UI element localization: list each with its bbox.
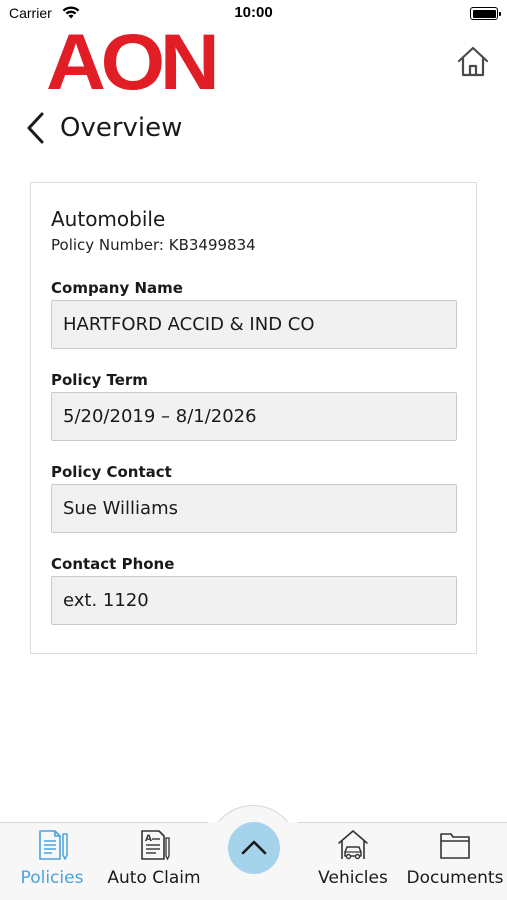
policy-term-field: 5/20/2019 – 8/1/2026	[51, 392, 457, 441]
tab-auto-claim[interactable]: A Auto Claim	[104, 828, 204, 896]
policy-contact-field: Sue Williams	[51, 484, 457, 533]
tab-documents-label: Documents	[406, 868, 504, 888]
aon-logo: AON	[46, 22, 220, 101]
policy-card: Automobile Policy Number: KB3499834 Comp…	[30, 182, 477, 654]
tab-policies-label: Policies	[20, 868, 84, 888]
company-name-label: Company Name	[51, 279, 183, 297]
tab-auto-claim-label: Auto Claim	[107, 868, 201, 888]
policies-icon	[39, 830, 68, 860]
vehicle-icon	[338, 830, 368, 860]
tab-vehicles[interactable]: Vehicles	[312, 828, 394, 896]
company-name-field: HARTFORD ACCID & IND CO	[51, 300, 457, 349]
battery-level	[472, 9, 496, 18]
company-name-value: HARTFORD ACCID & IND CO	[63, 314, 315, 335]
auto-claim-icon: A	[141, 830, 170, 861]
logo-text: AON	[46, 17, 220, 106]
contact-phone-field[interactable]: ext. 1120	[51, 576, 457, 625]
home-icon	[457, 46, 489, 77]
expand-menu-button[interactable]	[228, 822, 280, 874]
back-navigation[interactable]: Overview	[24, 108, 182, 148]
chevron-left-icon[interactable]	[24, 111, 46, 145]
chevron-up-icon	[241, 840, 267, 855]
battery-icon	[470, 7, 501, 20]
tab-policies[interactable]: Policies	[18, 828, 86, 896]
tab-documents[interactable]: Documents	[406, 828, 504, 896]
policy-term-label: Policy Term	[51, 371, 148, 389]
home-button[interactable]	[455, 44, 491, 80]
contact-phone-label: Contact Phone	[51, 555, 175, 573]
tab-vehicles-label: Vehicles	[318, 868, 388, 888]
contact-phone-value: ext. 1120	[63, 590, 149, 611]
policy-contact-label: Policy Contact	[51, 463, 172, 481]
policy-number: Policy Number: KB3499834	[51, 236, 256, 254]
folder-icon	[440, 833, 470, 859]
page-title: Overview	[60, 113, 183, 143]
svg-text:A: A	[145, 834, 152, 844]
battery-cap	[499, 11, 501, 16]
policy-contact-value: Sue Williams	[63, 498, 178, 519]
policy-term-value: 5/20/2019 – 8/1/2026	[63, 406, 257, 427]
policy-type: Automobile	[51, 207, 166, 231]
